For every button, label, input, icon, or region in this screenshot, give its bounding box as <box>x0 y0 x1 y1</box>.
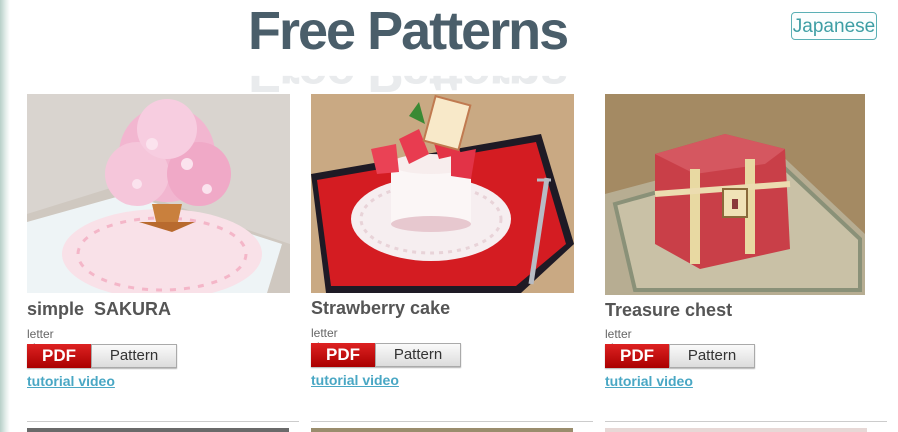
row-divider <box>27 421 299 422</box>
page-title: Free Patterns Free Patterns <box>248 1 569 76</box>
pdf-icon: PDF <box>605 344 669 368</box>
next-row-thumbnail-peek <box>605 428 867 432</box>
pattern-title: Strawberry cake <box>311 298 451 318</box>
next-row-thumbnail-peek <box>311 428 573 432</box>
pattern-title: simple SAKURA <box>27 299 172 319</box>
row-divider <box>605 421 887 422</box>
pdf-pattern-button[interactable]: PDF Pattern <box>311 343 461 367</box>
page-title-text: Free Patterns <box>248 1 569 61</box>
pattern-title: Treasure chest <box>605 300 733 320</box>
tutorial-video-link[interactable]: tutorial video <box>311 372 399 388</box>
pdf-pattern-button[interactable]: PDF Pattern <box>27 344 177 368</box>
language-switch-button[interactable]: Japanese <box>791 12 877 40</box>
next-row-thumbnail-peek <box>27 428 289 432</box>
row-divider <box>311 421 593 422</box>
pattern-button-label: Pattern <box>669 344 755 368</box>
strawberry-cake-thumbnail[interactable] <box>311 94 574 293</box>
sakura-thumbnail[interactable] <box>27 94 290 293</box>
pdf-pattern-button[interactable]: PDF Pattern <box>605 344 755 368</box>
pdf-icon: PDF <box>311 343 375 367</box>
pdf-icon: PDF <box>27 344 91 368</box>
left-edge-decoration <box>0 0 10 432</box>
tutorial-video-link[interactable]: tutorial video <box>605 373 693 389</box>
tutorial-video-link[interactable]: tutorial video <box>27 373 115 389</box>
treasure-chest-thumbnail[interactable] <box>605 94 865 295</box>
pattern-button-label: Pattern <box>91 344 177 368</box>
pattern-button-label: Pattern <box>375 343 461 367</box>
